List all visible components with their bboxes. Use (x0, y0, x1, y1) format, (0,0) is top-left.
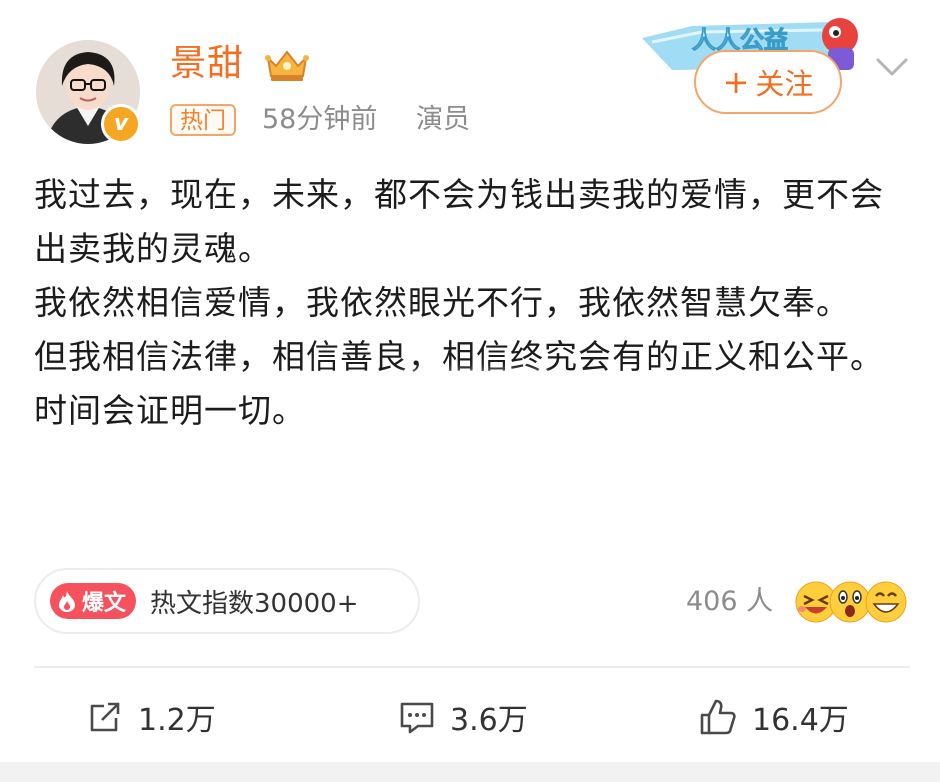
post-source: 演员 (416, 104, 470, 135)
share-button[interactable]: 1.2万 (86, 692, 216, 742)
hot-index-pill[interactable]: 爆文 热文指数30000+ (34, 568, 420, 634)
divider (34, 666, 910, 668)
explode-label: 爆文 (82, 591, 127, 616)
plus-icon: + (722, 63, 750, 101)
like-button[interactable]: 16.4万 (698, 692, 849, 742)
grinning-emoji-icon (865, 581, 907, 623)
follow-button[interactable]: + 关注 (694, 50, 842, 114)
bottom-separator (0, 762, 940, 782)
chevron-down-icon[interactable] (872, 46, 912, 86)
blur-overlay (398, 372, 550, 414)
like-count: 16.4万 (752, 703, 849, 738)
comment-count: 3.6万 (450, 703, 528, 738)
share-icon (90, 702, 120, 732)
comment-icon (400, 702, 434, 734)
surprised-emoji-icon (829, 581, 871, 623)
verified-badge-icon: v (101, 104, 141, 144)
author-name[interactable]: 景甜 (170, 40, 244, 88)
hot-index-text: 热文指数30000+ (150, 588, 359, 619)
reaction-count[interactable]: 406 人 (686, 582, 773, 622)
reaction-emojis[interactable] (792, 576, 910, 626)
like-icon (700, 699, 736, 735)
follow-label: 关注 (755, 67, 814, 101)
post-paragraph: 我依然相信爱情，我依然眼光不行，我依然智慧欠奉。 (34, 283, 850, 322)
hot-tag: 热门 (170, 104, 236, 136)
share-count: 1.2万 (138, 703, 216, 738)
explode-badge: 爆文 (50, 583, 137, 619)
post-paragraph: 我过去，现在，未来，都不会为钱出卖我的爱情，更不会出卖我的灵魂。 (34, 175, 884, 268)
flame-icon (59, 591, 75, 612)
crown-icon (265, 50, 309, 81)
post-time: 58分钟前 (262, 104, 378, 135)
comment-button[interactable]: 3.6万 (398, 692, 528, 742)
